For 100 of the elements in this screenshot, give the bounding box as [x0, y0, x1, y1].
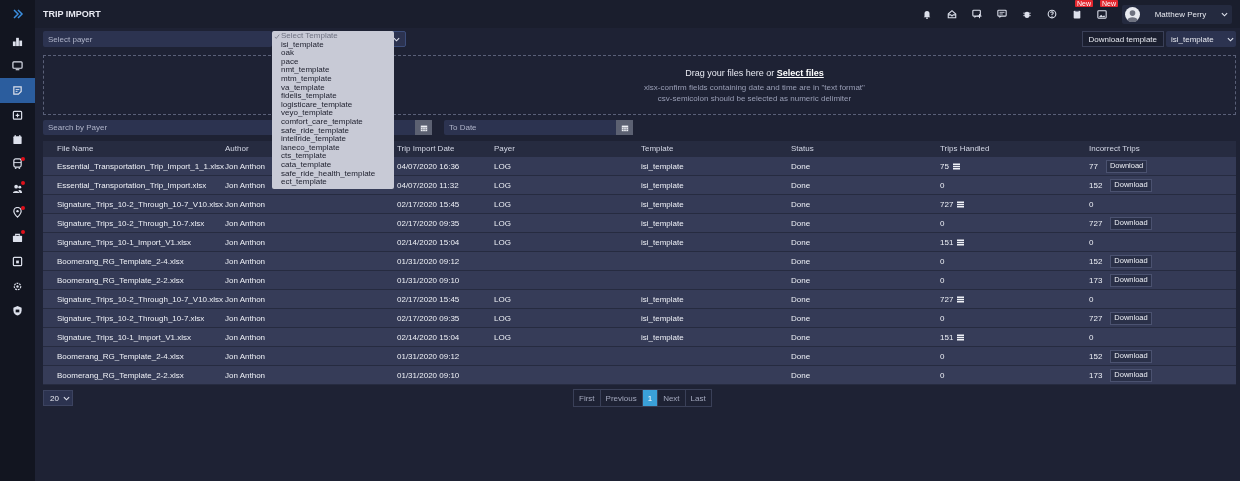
caret-icon: [393, 35, 400, 43]
dropdown-option[interactable]: va_template: [272, 83, 394, 93]
list-icon[interactable]: [957, 333, 965, 341]
date-field[interactable]: To Date: [444, 120, 616, 135]
incorrect-count: 173: [1089, 370, 1103, 380]
dropdown-option[interactable]: cts_template: [272, 152, 394, 161]
table-cell: 01/31/2020 09:12: [397, 256, 460, 266]
trips-count: 0: [940, 351, 945, 361]
dropdown-option[interactable]: isi_template: [272, 40, 394, 50]
column-header: Incorrect Trips: [1089, 144, 1140, 154]
dropdown-option[interactable]: safe_ride_template: [272, 126, 394, 136]
table-cell: Jon Anthon: [225, 313, 266, 323]
bell-icon: [921, 9, 932, 19]
table-cell: isi_template: [641, 313, 684, 323]
table-cell: 02/17/2020 09:35: [397, 218, 460, 228]
table-cell: Jon Anthon: [225, 275, 266, 285]
download-template-button[interactable]: Download template: [1081, 31, 1164, 47]
table-cell: 02/17/2020 15:45: [397, 199, 460, 209]
table-cell: Signature_Trips_10-1_Import_V1.xlsx: [57, 332, 191, 342]
table-cell: Boomerang_RG_Template_2-2.xlsx: [57, 275, 184, 285]
bus-icon: [12, 158, 23, 170]
incorrect-count: 152: [1089, 256, 1103, 266]
table-cell: 02/14/2020 15:04: [397, 332, 460, 342]
table-cell: LOG: [494, 313, 511, 323]
table-cell: isi_template: [641, 237, 684, 247]
table-cell: Done: [791, 332, 811, 342]
settings-icon: [12, 280, 23, 292]
incorrect-count: 727: [1089, 218, 1103, 228]
table-cell: Jon Anthon: [225, 294, 266, 304]
dropdown-option[interactable]: nmt_template: [272, 66, 394, 75]
trips-count: 0: [940, 370, 945, 380]
column-header: Trip Import Date: [397, 144, 455, 154]
trips-count: 151: [940, 332, 954, 342]
table-cell: Done: [791, 275, 811, 285]
dropdown-option[interactable]: fidelis_template: [272, 92, 394, 101]
page-title: TRIP IMPORT: [43, 9, 102, 19]
table-cell: Signature_Trips_10-2_Through_10-7_V10.xlsx: [57, 199, 224, 209]
list-icon[interactable]: [957, 238, 965, 246]
list-icon[interactable]: [952, 162, 960, 170]
dropdown-option[interactable]: comfort_care_template: [272, 117, 394, 127]
table-cell: Jon Anthon: [225, 199, 266, 209]
avatar-icon: [1125, 6, 1140, 22]
trips-count: 0: [940, 256, 945, 266]
dropdown-option[interactable]: intellride_template: [272, 135, 394, 144]
help-icon: [1046, 9, 1057, 19]
calendar-button[interactable]: [616, 120, 633, 135]
table-cell: Boomerang_RG_Template_2-4.xlsx: [57, 351, 184, 361]
calendar-icon: [620, 123, 629, 132]
note-icon: [12, 84, 23, 96]
drop-prompt: Drag your files here or Select files: [685, 67, 824, 78]
table-cell: Jon Anthon: [225, 332, 266, 342]
monitor-icon: [12, 60, 23, 72]
dropdown-option[interactable]: ect_template: [272, 178, 394, 187]
dropdown-option[interactable]: laneco_template: [272, 143, 394, 153]
table-cell: LOG: [494, 332, 511, 342]
inbox-icon: [946, 9, 957, 19]
format-note: csv-semicolon should be selected as numeric delimiter: [657, 93, 852, 103]
table-cell: Essential_Transportation_Trip_Import_1_1.xlsx: [57, 161, 225, 171]
dropdown-option[interactable]: oak: [272, 49, 394, 58]
table-cell: Jon Anthon: [225, 256, 266, 266]
table-cell: LOG: [494, 218, 511, 228]
table-cell: Jon Anthon: [225, 351, 266, 361]
table-cell: isi_template: [641, 294, 684, 304]
dropdown-option[interactable]: safe_ride_health_template: [272, 169, 394, 179]
trips-count: 0: [940, 313, 945, 323]
dropdown-option[interactable]: veyo_template: [272, 109, 394, 118]
table-cell: Done: [791, 313, 811, 323]
table-cell: LOG: [494, 237, 511, 247]
table-cell: Done: [791, 256, 811, 266]
location-pin-icon: [12, 207, 23, 219]
table-cell: isi_template: [641, 161, 684, 171]
calendar-icon: [419, 123, 428, 132]
table-cell: Jon Anthon: [225, 370, 266, 380]
list-icon[interactable]: [957, 200, 965, 208]
calendar-icon: [12, 133, 23, 145]
column-header: Payer: [494, 144, 515, 154]
payer-select[interactable]: Select payer: [43, 31, 272, 47]
incorrect-count: 152: [1089, 180, 1103, 190]
format-note: xlsx-confirm fields containing date and time are in "text format": [644, 82, 865, 92]
column-header: Status: [791, 144, 814, 154]
table-cell: 04/07/2020 11:32: [397, 180, 459, 190]
dropdown-option[interactable]: mtm_template: [272, 74, 394, 84]
calendar-icon: [12, 256, 23, 268]
table-cell: Signature_Trips_10-1_Import_V1.xlsx: [57, 237, 191, 247]
table-cell: 04/07/2020 16:36: [397, 161, 460, 171]
list-icon[interactable]: [957, 295, 965, 303]
table-cell: 02/14/2020 15:04: [397, 237, 460, 247]
page-size-select[interactable]: 20: [43, 390, 73, 406]
table-cell: 01/31/2020 09:12: [397, 351, 460, 361]
trips-count: 151: [940, 237, 954, 247]
expand-icon[interactable]: [11, 8, 24, 20]
dropdown-option[interactable]: pace: [272, 57, 394, 67]
dropdown-option[interactable]: logisticare_template: [272, 100, 394, 110]
calendar-button[interactable]: [415, 120, 432, 135]
briefcase-icon: [12, 231, 23, 243]
select-files-link[interactable]: Select files: [776, 67, 824, 78]
template-select[interactable]: isi_template: [1166, 31, 1236, 47]
table-cell: Done: [791, 237, 811, 247]
dropdown-option[interactable]: cata_template: [272, 160, 394, 170]
user-menu[interactable]: Matthew Perry: [1122, 4, 1232, 24]
